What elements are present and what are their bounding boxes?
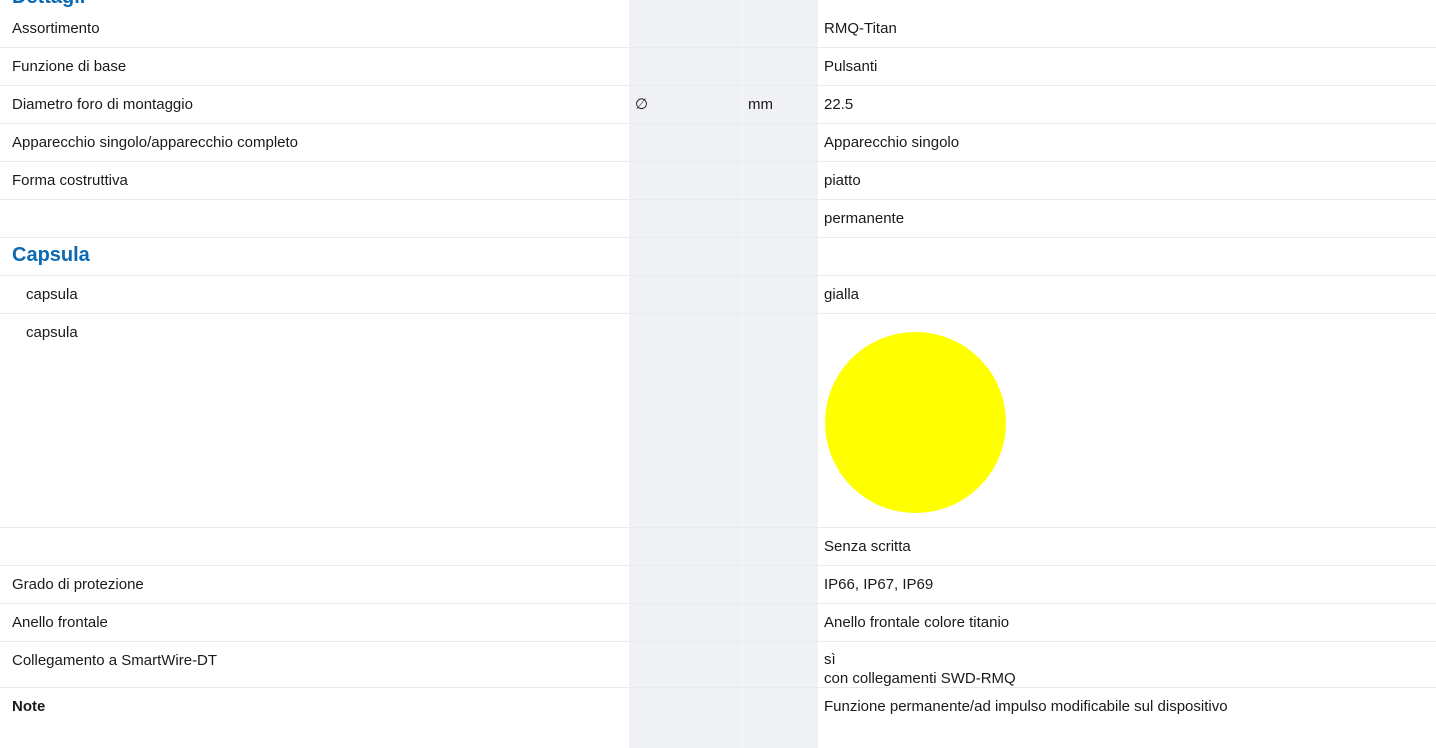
spec-row-anello-frontale: Anello frontale Anello frontale colore t… xyxy=(0,604,1436,642)
spec-row-apparecchio: Apparecchio singolo/apparecchio completo… xyxy=(0,124,1436,162)
spec-label: capsula xyxy=(26,286,78,303)
spec-label: Assortimento xyxy=(12,20,100,37)
spec-value: Senza scritta xyxy=(824,538,911,555)
spec-label: Grado di protezione xyxy=(12,576,144,593)
spec-value: Anello frontale colore titanio xyxy=(824,614,1010,631)
spec-value: Pulsanti xyxy=(824,58,878,75)
spec-label: Forma costruttiva xyxy=(12,172,128,189)
spec-row-grado-protezione: Grado di protezione IP66, IP67, IP69 xyxy=(0,566,1436,604)
spec-label: Funzione di base xyxy=(12,58,127,75)
spec-value-line: sì xyxy=(824,651,836,668)
spec-row-note: Note Funzione permanente/ad impulso modi… xyxy=(0,688,1436,726)
spec-value: RMQ-Titan xyxy=(824,20,897,37)
spec-label: capsula xyxy=(26,324,78,341)
spec-value: Funzione permanente/ad impulso modificab… xyxy=(824,698,1228,715)
spec-row-smartwire: Collegamento a SmartWire-DT sì con colle… xyxy=(0,642,1436,688)
spec-value: Apparecchio singolo xyxy=(824,134,960,151)
spec-row-assortimento: Assortimento RMQ-Titan xyxy=(0,10,1436,48)
spec-row-scritta: Senza scritta xyxy=(0,528,1436,566)
section-row-capsula: Capsula xyxy=(0,238,1436,276)
spec-sheet-page: Dettagli Assortimento RMQ-Titan Funzione… xyxy=(0,0,1436,748)
section-heading-clipped: Dettagli xyxy=(12,0,85,10)
spec-label-note: Note xyxy=(12,698,46,715)
spec-value: piatto xyxy=(824,172,861,189)
spec-label: Apparecchio singolo/apparecchio completo xyxy=(12,134,299,151)
spec-table: Assortimento RMQ-Titan Funzione di base … xyxy=(0,10,1436,726)
spec-row-capsula-colore: capsula gialla xyxy=(0,276,1436,314)
spec-value-line: con collegamenti SWD-RMQ xyxy=(824,670,1016,687)
spec-label: Anello frontale xyxy=(12,614,108,631)
spec-label: Diametro foro di montaggio xyxy=(12,96,193,113)
spec-value: IP66, IP67, IP69 xyxy=(824,576,934,593)
spec-value: 22.5 xyxy=(824,96,854,113)
spec-value: gialla xyxy=(824,286,860,303)
spec-row-diametro-foro: Diametro foro di montaggio ∅ mm 22.5 xyxy=(0,86,1436,124)
spec-value-multiline: sì con collegamenti SWD-RMQ xyxy=(824,650,1016,688)
section-heading-capsula: Capsula xyxy=(12,244,90,266)
spec-unit: mm xyxy=(748,96,773,113)
spec-label: Collegamento a SmartWire-DT xyxy=(12,652,218,669)
capsule-color-swatch xyxy=(825,332,1006,513)
spec-value: permanente xyxy=(824,210,905,227)
spec-row-funzione-tipo: permanente xyxy=(0,200,1436,238)
spec-row-funzione-di-base: Funzione di base Pulsanti xyxy=(0,48,1436,86)
spec-row-forma-costruttiva: Forma costruttiva piatto xyxy=(0,162,1436,200)
diameter-symbol: ∅ xyxy=(635,96,649,113)
spec-row-capsula-swatch: capsula xyxy=(0,314,1436,528)
